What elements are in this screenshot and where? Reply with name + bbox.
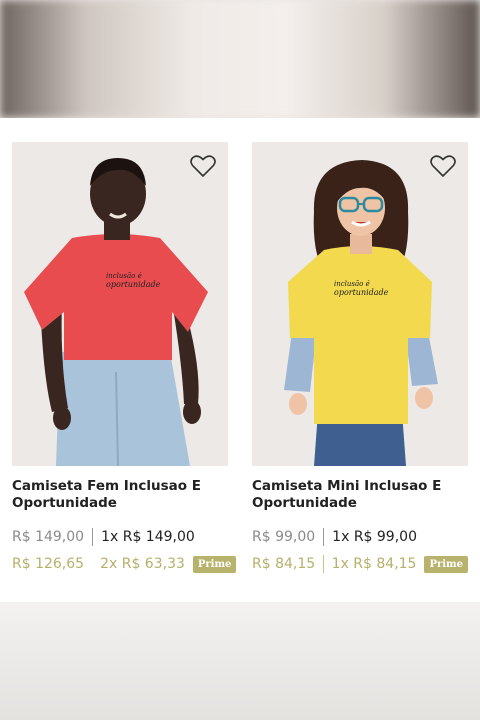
model-photo: inclusão é oportunidade (24, 158, 208, 466)
price-row: R$ 99,00 1x R$ 99,00 (252, 526, 468, 548)
model-photo: inclusão é oportunidade (284, 160, 438, 466)
price: R$ 149,00 (12, 529, 85, 545)
price: R$ 99,00 (252, 529, 316, 545)
prime-price-row: R$ 84,15 1x R$ 84,15 Prime (252, 553, 468, 575)
product-grid: inclusão é oportunidade Camiseta Fem Inc… (0, 118, 480, 602)
prime-installment: 1x R$ 84,15 (331, 556, 417, 572)
product-image[interactable]: inclusão é oportunidade (12, 142, 228, 466)
product-card[interactable]: inclusão é oportunidade Camiseta Fem Inc… (12, 142, 237, 575)
heart-outline-icon[interactable] (190, 154, 216, 178)
svg-text:inclusão é: inclusão é (334, 280, 370, 288)
price-row: R$ 149,00 1x R$ 149,00 (12, 526, 228, 548)
prime-price-row: R$ 126,65 2x R$ 63,33 Prime (12, 553, 237, 575)
svg-text:oportunidade: oportunidade (106, 280, 161, 289)
background-blur-bottom (0, 602, 480, 720)
product-title[interactable]: Camiseta Fem Inclusao E Oportunidade (12, 478, 228, 514)
installment: 1x R$ 99,00 (332, 529, 417, 545)
prime-installment: 2x R$ 63,33 (100, 556, 185, 572)
divider (92, 528, 94, 546)
prime-badge: Prime (192, 555, 237, 573)
product-image[interactable]: inclusão é oportunidade (252, 142, 468, 466)
background-blur-top (0, 0, 480, 118)
prime-badge: Prime (424, 555, 468, 573)
prime-price: R$ 84,15 (252, 556, 316, 572)
product-title[interactable]: Camiseta Mini Inclusao E Oportunidade (252, 478, 468, 514)
product-card[interactable]: inclusão é oportunidade Camiseta Mini In… (252, 142, 468, 575)
svg-text:inclusão é: inclusão é (106, 272, 142, 280)
installment: 1x R$ 149,00 (101, 529, 195, 545)
heart-outline-icon[interactable] (430, 154, 456, 178)
prime-price: R$ 126,65 (12, 556, 85, 572)
svg-text:oportunidade: oportunidade (334, 288, 389, 297)
divider (323, 528, 325, 546)
